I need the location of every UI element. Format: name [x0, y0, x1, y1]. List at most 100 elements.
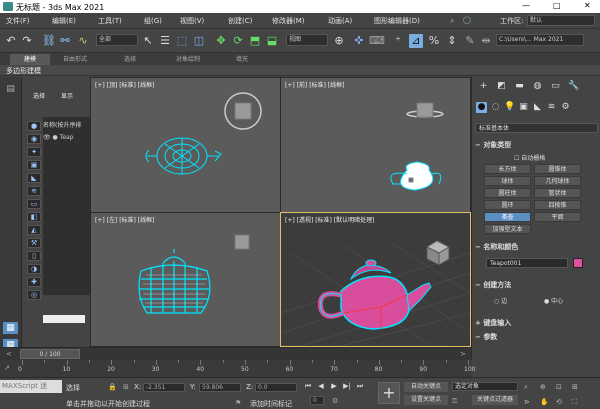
key-mode-icon[interactable]: ⚿	[452, 397, 457, 406]
cone-button[interactable]: 圆锥体	[534, 164, 581, 174]
link-icon[interactable]: ⛓	[42, 34, 56, 48]
filter-helpers-icon[interactable]: ◣	[27, 173, 41, 183]
menu-create[interactable]: 创建(C)	[228, 16, 252, 26]
filter-containers-icon[interactable]: ⚒	[27, 238, 41, 248]
filter-shapes-icon[interactable]: ◉	[27, 134, 41, 144]
pyramid-button[interactable]: 四棱锥	[534, 200, 581, 210]
orbit-icon[interactable]: ⟲	[556, 398, 562, 406]
autogrid-checkbox[interactable]: ☐ 自动栅格	[514, 153, 545, 162]
maximize-button[interactable]: □	[553, 1, 561, 10]
filter-none-icon[interactable]: ◎	[27, 290, 41, 300]
search-icon[interactable]: ⌕	[450, 16, 454, 26]
add-time-tag[interactable]: 添加时间标记	[250, 399, 292, 409]
object-type-header[interactable]: − 对象类型	[475, 140, 511, 150]
panel-toggle-icon[interactable]: ▤	[3, 83, 18, 95]
tab-freeform[interactable]: 自由形式	[55, 54, 95, 65]
pan-icon[interactable]: ✋	[540, 398, 549, 406]
object-name-field[interactable]: Teapot001	[486, 258, 568, 268]
selection-filter-dropdown[interactable]: 全部	[96, 34, 138, 46]
filter-frozen-icon[interactable]: ▯	[27, 251, 41, 261]
select-place-icon[interactable]: ⬓	[265, 34, 279, 48]
select-manipulate-icon[interactable]: ✜	[352, 34, 366, 48]
maximize-viewport-icon[interactable]: ⛶	[572, 398, 577, 407]
filter-lights-icon[interactable]: ✦	[27, 147, 41, 157]
x-coord-field[interactable]: -2.351	[143, 383, 185, 392]
rect-selection-icon[interactable]: ⬚	[175, 34, 189, 48]
time-slider-prev-icon[interactable]: <	[6, 350, 12, 358]
torus-button[interactable]: 圆环	[484, 200, 531, 210]
user-icon[interactable]: ◯	[463, 16, 471, 24]
motion-panel-icon[interactable]: ◍	[532, 81, 543, 92]
systems-icon[interactable]: ⚙	[560, 102, 571, 113]
lock-selection-icon[interactable]: 🔒	[108, 383, 117, 391]
time-slider-next-icon[interactable]: >	[460, 350, 466, 358]
cameras-icon[interactable]: ▣	[518, 102, 529, 113]
tab-modeling[interactable]: 建模	[10, 54, 50, 65]
tab-display[interactable]: 显示	[61, 91, 73, 100]
viewport-front[interactable]: [+] [前] [标准] [线框]	[281, 78, 470, 212]
tab-selection[interactable]: 选择	[110, 54, 150, 65]
filter-cameras-icon[interactable]: ▣	[27, 160, 41, 170]
radio-center[interactable]: ● 中心	[544, 296, 563, 305]
viewport-top[interactable]: [+] [顶] [标准] [线框]	[91, 78, 280, 212]
menu-graph-editors[interactable]: 图形编辑器(D)	[374, 16, 420, 26]
select-move-icon[interactable]: ✥	[214, 34, 228, 48]
creation-method-header[interactable]: − 创建方法	[475, 280, 511, 290]
tab-select[interactable]: 选择	[33, 91, 45, 100]
zoom-extents-all-icon[interactable]: ⊞	[572, 383, 578, 391]
plane-button[interactable]: 平面	[534, 212, 581, 222]
filter-all-icon[interactable]: ✚	[27, 277, 41, 287]
sphere-button[interactable]: 球体	[484, 176, 531, 186]
filter-hidden-icon[interactable]: ◑	[27, 264, 41, 274]
menu-modifiers[interactable]: 修改器(M)	[272, 16, 305, 26]
mirror-icon[interactable]: ⇹	[479, 34, 493, 48]
select-by-name-icon[interactable]: ☰	[158, 34, 172, 48]
filter-groups-icon[interactable]: ▭	[27, 199, 41, 209]
time-tag-icon[interactable]: ⚑	[235, 399, 241, 407]
teapot-button[interactable]: 茶壶	[484, 212, 531, 222]
redo-icon[interactable]: ↷	[20, 34, 34, 48]
workspace-dropdown[interactable]: 默认	[527, 15, 595, 26]
play-icon[interactable]: ▶	[328, 381, 340, 391]
viewport-perspective[interactable]: [+] [透视] [标准] [默认明暗处理]	[280, 212, 471, 347]
bind-space-warp-icon[interactable]: ∿	[76, 34, 90, 48]
tab-populate[interactable]: 填充	[222, 54, 262, 65]
time-slider-thumb[interactable]: 0 / 100	[20, 349, 80, 359]
viewport-left[interactable]: [+] [左] [标准] [线框]	[91, 213, 280, 346]
polygon-modeling-label[interactable]: 多边形建模	[6, 66, 41, 76]
track-bar[interactable]: ↗ 0 10 20 30 40 50 60 70 80 90 100	[0, 360, 475, 377]
project-path-dropdown[interactable]: C:\Users\... Max 2021	[496, 34, 584, 46]
next-frame-icon[interactable]: ▶|	[341, 381, 353, 391]
list-item[interactable]: 👁 ● Teap	[43, 133, 90, 142]
parameters-header[interactable]: − 参数	[475, 332, 497, 342]
text-plus-button[interactable]: 加强型文本	[484, 224, 531, 234]
filter-bones-icon[interactable]: ◭	[27, 225, 41, 235]
column-header-name[interactable]: 名称(按升序排	[43, 121, 90, 130]
modify-panel-icon[interactable]: ◩	[496, 81, 507, 92]
filter-geometry-icon[interactable]: ●	[27, 121, 41, 131]
select-object-icon[interactable]: ↖	[141, 34, 155, 48]
prev-frame-icon[interactable]: ◀	[315, 381, 327, 391]
absolute-mode-icon[interactable]: ⊞	[123, 383, 129, 391]
create-panel-icon[interactable]: +	[478, 81, 489, 92]
close-button[interactable]: ✕	[584, 1, 591, 10]
undo-icon[interactable]: ↶	[4, 34, 18, 48]
set-key-icon[interactable]: +	[378, 382, 400, 404]
utilities-panel-icon[interactable]: 🔧	[568, 81, 579, 92]
window-crossing-icon[interactable]: ◫	[192, 34, 206, 48]
tab-object-paint[interactable]: 对象绘制	[163, 54, 213, 65]
menu-animation[interactable]: 动画(A)	[328, 16, 352, 26]
lights-icon[interactable]: 💡	[504, 102, 515, 113]
time-config-icon[interactable]: ⚙	[332, 397, 338, 405]
menu-edit[interactable]: 编辑(E)	[52, 16, 76, 26]
object-color-swatch[interactable]	[573, 258, 583, 268]
zoom-extents-icon[interactable]: ⊡	[556, 383, 562, 391]
shapes-icon[interactable]: ◌	[490, 102, 501, 113]
menu-tools[interactable]: 工具(T)	[98, 16, 122, 26]
zoom-icon[interactable]: ⌕	[524, 383, 528, 392]
cylinder-button[interactable]: 圆柱体	[484, 188, 531, 198]
time-slider[interactable]: < 0 / 100 >	[0, 347, 471, 360]
minimize-button[interactable]: —	[522, 1, 530, 10]
spinner-snap-icon[interactable]: ⇕	[445, 34, 459, 48]
reference-coordinate-dropdown[interactable]: 视图	[286, 34, 328, 46]
